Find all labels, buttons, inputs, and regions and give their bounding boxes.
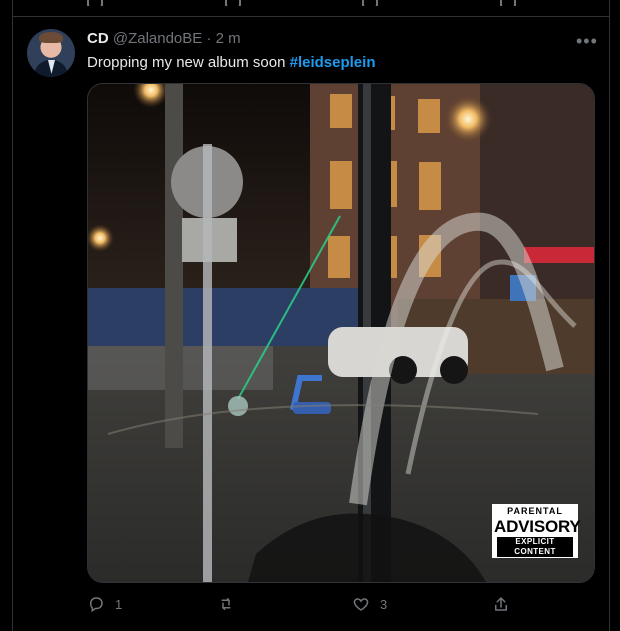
handle[interactable]: @ZalandoBE bbox=[113, 30, 202, 47]
share-icon bbox=[495, 597, 507, 611]
avatar-hair bbox=[39, 32, 63, 43]
neon-sign bbox=[524, 247, 594, 263]
previous-share-icon bbox=[500, 0, 516, 6]
advisory-line-3: EXPLICIT CONTENT bbox=[497, 537, 573, 557]
tweet-card[interactable]: CD @ZalandoBE · 2 m ••• Dropping my new … bbox=[13, 17, 609, 631]
retweet-icon bbox=[221, 598, 231, 610]
like-button[interactable]: 3 bbox=[352, 591, 387, 617]
meta-separator: · bbox=[202, 30, 216, 47]
street-light bbox=[444, 95, 492, 143]
tweet-header: CD @ZalandoBE · 2 m bbox=[87, 30, 241, 48]
police-robot bbox=[293, 402, 331, 414]
media-image[interactable]: PARENTAL ADVISORY EXPLICIT CONTENT bbox=[87, 83, 595, 583]
foreground-sign-pole bbox=[203, 144, 212, 582]
reply-button[interactable]: 1 bbox=[87, 591, 122, 617]
display-name[interactable]: CD bbox=[87, 30, 109, 47]
previous-retweet-icon bbox=[225, 0, 241, 6]
car-wheel-rear bbox=[440, 356, 468, 384]
previous-like-icon bbox=[362, 0, 378, 6]
previous-reply-icon bbox=[87, 0, 103, 6]
share-button[interactable] bbox=[492, 591, 510, 617]
advisory-line-1: PARENTAL bbox=[507, 506, 563, 516]
reply-icon bbox=[89, 597, 103, 613]
parental-advisory-label: PARENTAL ADVISORY EXPLICIT CONTENT bbox=[492, 504, 581, 558]
retweet-button[interactable] bbox=[217, 591, 245, 617]
timeline-right-border bbox=[609, 0, 610, 631]
utility-pole bbox=[165, 84, 183, 448]
avatar[interactable] bbox=[27, 29, 75, 77]
blue-construction-fence bbox=[88, 288, 360, 346]
tweet-actions: 1 3 bbox=[87, 591, 597, 617]
object-on-road bbox=[228, 396, 248, 416]
like-count: 3 bbox=[380, 596, 388, 612]
advisory-line-2: ADVISORY bbox=[494, 517, 581, 536]
tweet-text: Dropping my new album soon #leidseplein bbox=[87, 53, 375, 72]
heart-icon bbox=[353, 598, 369, 611]
reply-count: 1 bbox=[115, 596, 123, 612]
timestamp[interactable]: 2 m bbox=[216, 30, 241, 47]
hashtag-link[interactable]: #leidseplein bbox=[290, 54, 376, 71]
tweet-body: Dropping my new album soon bbox=[87, 54, 290, 71]
more-icon[interactable]: ••• bbox=[576, 32, 598, 50]
previous-tweet-actions-clipped bbox=[12, 0, 610, 6]
